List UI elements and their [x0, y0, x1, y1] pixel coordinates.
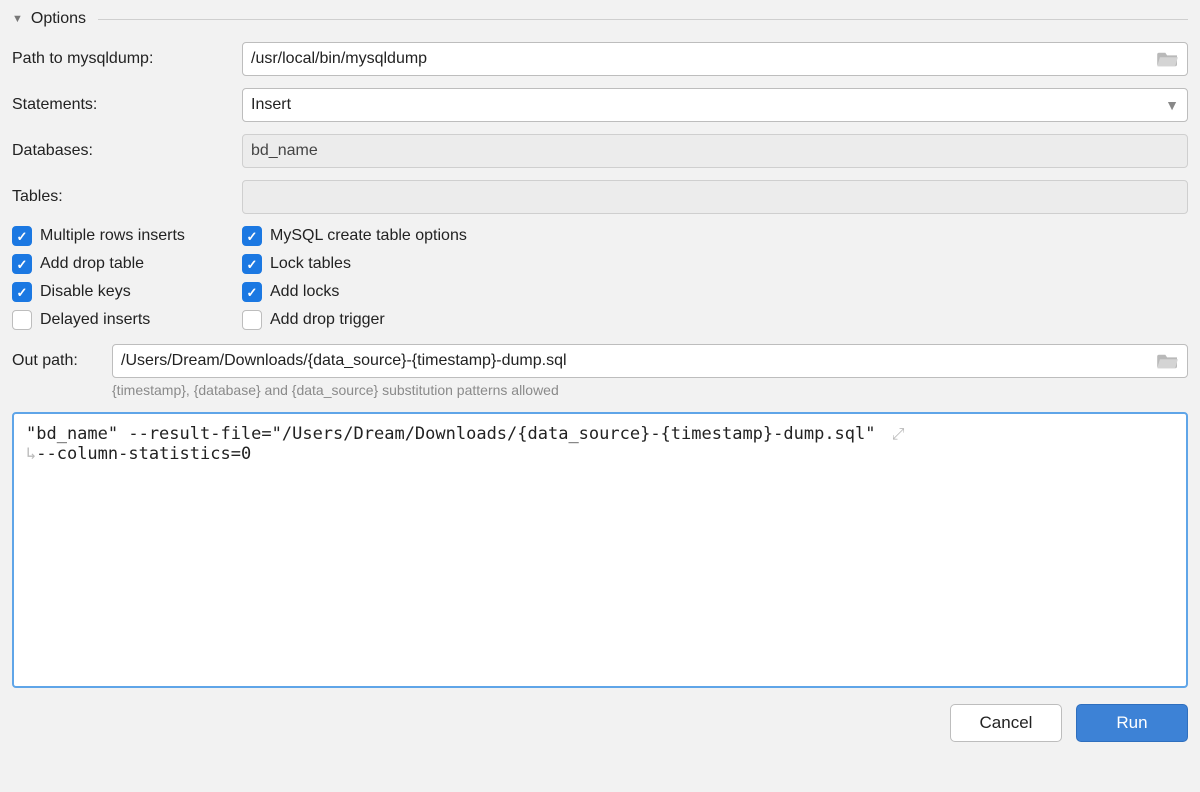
collapse-triangle-icon[interactable]: ▼	[12, 13, 23, 25]
cb-add-drop-trigger[interactable]: Add drop trigger	[242, 310, 1188, 330]
checkbox-icon	[12, 282, 32, 302]
cb-label: Add drop trigger	[270, 311, 385, 329]
field-databases: bd_name	[242, 134, 1188, 168]
resize-handle-icon[interactable]: ⤢	[892, 424, 905, 444]
cb-label: Multiple rows inserts	[40, 227, 185, 245]
checkbox-icon	[12, 310, 32, 330]
cb-label: Delayed inserts	[40, 311, 150, 329]
run-button-label: Run	[1116, 713, 1147, 733]
section-divider	[98, 19, 1188, 20]
cb-label: Add locks	[270, 283, 339, 301]
cb-add-locks[interactable]: Add locks	[242, 282, 1188, 302]
cb-add-drop-table[interactable]: Add drop table	[12, 254, 242, 274]
cb-mysql-create-table-options[interactable]: MySQL create table options	[242, 226, 1188, 246]
value-statements: Insert	[251, 96, 1159, 114]
folder-open-icon[interactable]	[1157, 50, 1179, 68]
dropdown-statements[interactable]: Insert ▼	[242, 88, 1188, 122]
cancel-button[interactable]: Cancel	[950, 704, 1062, 742]
run-button[interactable]: Run	[1076, 704, 1188, 742]
cb-delayed-inserts[interactable]: Delayed inserts	[12, 310, 242, 330]
folder-open-icon[interactable]	[1157, 352, 1179, 370]
field-out-path[interactable]: /Users/Dream/Downloads/{data_source}-{ti…	[112, 344, 1188, 378]
checkbox-icon	[12, 226, 32, 246]
options-title: Options	[31, 10, 86, 28]
label-statements: Statements:	[12, 96, 242, 114]
label-path-to-mysqldump: Path to mysqldump:	[12, 50, 242, 68]
checkbox-icon	[242, 226, 262, 246]
value-mysqldump-path: /usr/local/bin/mysqldump	[251, 50, 1151, 68]
cb-multiple-rows-inserts[interactable]: Multiple rows inserts	[12, 226, 242, 246]
cb-label: Disable keys	[40, 283, 131, 301]
command-preview[interactable]: "bd_name" --result-file="/Users/Dream/Do…	[12, 412, 1188, 688]
value-databases: bd_name	[251, 142, 1179, 160]
cb-label: Add drop table	[40, 255, 144, 273]
checkbox-icon	[242, 282, 262, 302]
cmd-line-2: --column-statistics=0	[36, 444, 251, 464]
field-tables	[242, 180, 1188, 214]
out-path-hint: {timestamp}, {database} and {data_source…	[112, 382, 1188, 398]
dialog-footer: Cancel Run	[12, 704, 1188, 742]
label-out-path: Out path:	[12, 352, 112, 370]
cb-lock-tables[interactable]: Lock tables	[242, 254, 1188, 274]
cb-label: MySQL create table options	[270, 227, 467, 245]
cancel-button-label: Cancel	[980, 713, 1033, 733]
cb-label: Lock tables	[270, 255, 351, 273]
chevron-down-icon: ▼	[1165, 97, 1179, 113]
checkbox-icon	[12, 254, 32, 274]
soft-wrap-icon: ↳	[26, 444, 36, 464]
value-out-path: /Users/Dream/Downloads/{data_source}-{ti…	[121, 352, 1151, 370]
checkbox-icon	[242, 310, 262, 330]
checkbox-grid: Multiple rows inserts MySQL create table…	[12, 226, 1188, 330]
cb-disable-keys[interactable]: Disable keys	[12, 282, 242, 302]
checkbox-icon	[242, 254, 262, 274]
cmd-line-1: "bd_name" --result-file="/Users/Dream/Do…	[26, 424, 876, 444]
label-tables: Tables:	[12, 188, 242, 206]
field-mysqldump-path[interactable]: /usr/local/bin/mysqldump	[242, 42, 1188, 76]
options-section-header[interactable]: ▼ Options	[12, 10, 1188, 28]
label-databases: Databases:	[12, 142, 242, 160]
